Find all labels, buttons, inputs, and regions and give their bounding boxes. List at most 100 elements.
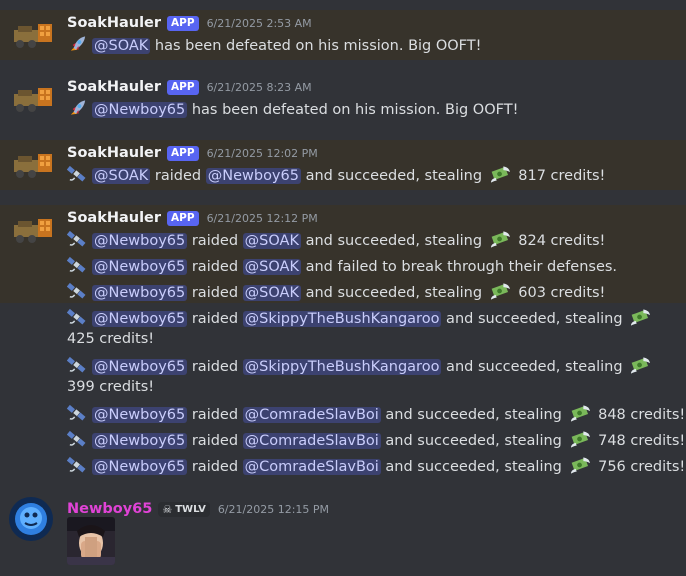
- satellite-emoji: [67, 308, 86, 325]
- rocket-emoji: [70, 36, 86, 51]
- message-text: and succeeded, stealing: [300, 233, 487, 249]
- user-mention[interactable]: @SkippyTheBushKangaroo: [242, 311, 442, 327]
- satellite-emoji: [67, 356, 86, 373]
- user-mention[interactable]: @Newboy65: [92, 259, 188, 275]
- message-text: and succeeded, stealing: [441, 359, 628, 375]
- soakhauler-avatar[interactable]: [12, 213, 54, 247]
- chat-messages: SoakHauler APP 6/21/2025 2:53 AM @SOAK h…: [0, 0, 686, 576]
- timestamp[interactable]: 6/21/2025 12:02 PM: [207, 147, 318, 160]
- user-mention[interactable]: @Newboy65: [92, 407, 188, 423]
- app-badge: APP: [167, 15, 199, 31]
- message-text: 848 credits!: [593, 407, 686, 423]
- author-name[interactable]: SoakHauler: [67, 79, 161, 95]
- message-text: and failed to break through their defens…: [300, 259, 618, 275]
- message-header: SoakHauler APP 6/21/2025 12:02 PM: [67, 142, 318, 164]
- user-mention[interactable]: @Newboy65: [92, 359, 188, 375]
- satellite-emoji: [67, 230, 86, 247]
- server-tag[interactable]: ☠ TWLV: [158, 501, 210, 517]
- message-text: raided: [187, 459, 243, 475]
- message-text: raided: [187, 285, 243, 301]
- user-mention[interactable]: @Newboy65: [92, 233, 188, 249]
- message-group: SoakHauler APP 6/21/2025 12:02 PM @SOAK …: [0, 140, 686, 190]
- newboy65-avatar[interactable]: [8, 496, 54, 542]
- message-line: @Newboy65 raided @ComradeSlavBoi and suc…: [67, 429, 685, 449]
- app-badge: APP: [167, 145, 199, 161]
- author-name[interactable]: Newboy65: [67, 501, 152, 517]
- message-text: has been defeated on his mission. Big OO…: [150, 38, 482, 54]
- user-mention[interactable]: @SOAK: [92, 38, 151, 54]
- message-text: 399 credits!: [67, 379, 155, 395]
- image-attachment[interactable]: [67, 517, 115, 565]
- user-mention[interactable]: @SOAK: [92, 168, 151, 184]
- timestamp[interactable]: 6/21/2025 12:12 PM: [207, 212, 318, 225]
- message-text: 756 credits!: [593, 459, 686, 475]
- satellite-emoji: [67, 456, 86, 473]
- satellite-emoji: [67, 430, 86, 447]
- message-text: 817 credits!: [513, 168, 606, 184]
- message-header: SoakHauler APP 6/21/2025 2:53 AM: [67, 12, 312, 34]
- message-group: SoakHauler APP 6/21/2025 8:23 AM @Newboy…: [0, 74, 686, 124]
- message-text: raided: [187, 433, 243, 449]
- money-with-wings-emoji: [631, 309, 651, 326]
- message-text: raided: [187, 259, 243, 275]
- message-header: SoakHauler APP 6/21/2025 12:12 PM: [67, 207, 318, 229]
- server-tag-label: TWLV: [175, 503, 206, 515]
- money-with-wings-emoji: [570, 431, 590, 448]
- message-text: and succeeded, stealing: [441, 311, 628, 327]
- message-text: raided: [150, 168, 206, 184]
- timestamp[interactable]: 6/21/2025 12:15 PM: [218, 503, 329, 516]
- satellite-emoji: [67, 404, 86, 421]
- user-mention[interactable]: @SOAK: [242, 259, 301, 275]
- money-with-wings-emoji: [490, 231, 510, 248]
- rocket-emoji: [70, 100, 86, 115]
- user-mention[interactable]: @ComradeSlavBoi: [242, 407, 381, 423]
- message-text: raided: [187, 233, 243, 249]
- soakhauler-avatar[interactable]: [12, 82, 54, 116]
- soakhauler-avatar[interactable]: [12, 148, 54, 182]
- message-line: @Newboy65 has been defeated on his missi…: [67, 98, 677, 118]
- message-text: and succeeded, stealing: [300, 285, 487, 301]
- message-line: @Newboy65 raided @SOAK and failed to bre…: [67, 255, 677, 275]
- message-text: has been defeated on his mission. Big OO…: [187, 102, 519, 118]
- message-line: @SOAK has been defeated on his mission. …: [67, 34, 677, 54]
- message-line: @Newboy65 raided @SkippyTheBushKangaroo …: [67, 307, 677, 349]
- message-line: @Newboy65 raided @SkippyTheBushKangaroo …: [67, 355, 677, 397]
- soakhauler-avatar[interactable]: [12, 18, 54, 52]
- user-mention[interactable]: @SOAK: [242, 233, 301, 249]
- message-text: 748 credits!: [593, 433, 686, 449]
- user-mention[interactable]: @ComradeSlavBoi: [242, 433, 381, 449]
- message-text: and succeeded, stealing: [380, 459, 567, 475]
- user-mention[interactable]: @Newboy65: [92, 285, 188, 301]
- money-with-wings-emoji: [490, 283, 510, 300]
- timestamp[interactable]: 6/21/2025 2:53 AM: [207, 17, 312, 30]
- user-mention[interactable]: @Newboy65: [92, 102, 188, 118]
- message-text: and succeeded, stealing: [300, 168, 487, 184]
- app-badge: APP: [167, 79, 199, 95]
- timestamp[interactable]: 6/21/2025 8:23 AM: [207, 81, 312, 94]
- user-mention[interactable]: @SOAK: [242, 285, 301, 301]
- app-badge: APP: [167, 210, 199, 226]
- message-line: @Newboy65 raided @ComradeSlavBoi and suc…: [67, 403, 685, 423]
- message-line: @Newboy65 raided @ComradeSlavBoi and suc…: [67, 455, 685, 475]
- money-with-wings-emoji: [570, 405, 590, 422]
- satellite-emoji: [67, 282, 86, 299]
- money-with-wings-emoji: [490, 166, 510, 183]
- user-mention[interactable]: @SkippyTheBushKangaroo: [242, 359, 442, 375]
- author-name[interactable]: SoakHauler: [67, 210, 161, 226]
- message-text: and succeeded, stealing: [380, 433, 567, 449]
- user-mention[interactable]: @Newboy65: [92, 433, 188, 449]
- user-mention[interactable]: @Newboy65: [205, 168, 301, 184]
- user-mention[interactable]: @Newboy65: [92, 311, 188, 327]
- author-name[interactable]: SoakHauler: [67, 145, 161, 161]
- message-text: 603 credits!: [513, 285, 606, 301]
- message-line: @Newboy65 raided @SOAK and succeeded, st…: [67, 281, 677, 301]
- user-mention[interactable]: @Newboy65: [92, 459, 188, 475]
- message-header: SoakHauler APP 6/21/2025 8:23 AM: [67, 76, 312, 98]
- satellite-emoji: [67, 165, 86, 182]
- author-name[interactable]: SoakHauler: [67, 15, 161, 31]
- user-mention[interactable]: @ComradeSlavBoi: [242, 459, 381, 475]
- message-group: SoakHauler APP 6/21/2025 2:53 AM @SOAK h…: [0, 10, 686, 60]
- message-text: raided: [187, 407, 243, 423]
- skull-icon: ☠: [162, 502, 173, 516]
- money-with-wings-emoji: [570, 457, 590, 474]
